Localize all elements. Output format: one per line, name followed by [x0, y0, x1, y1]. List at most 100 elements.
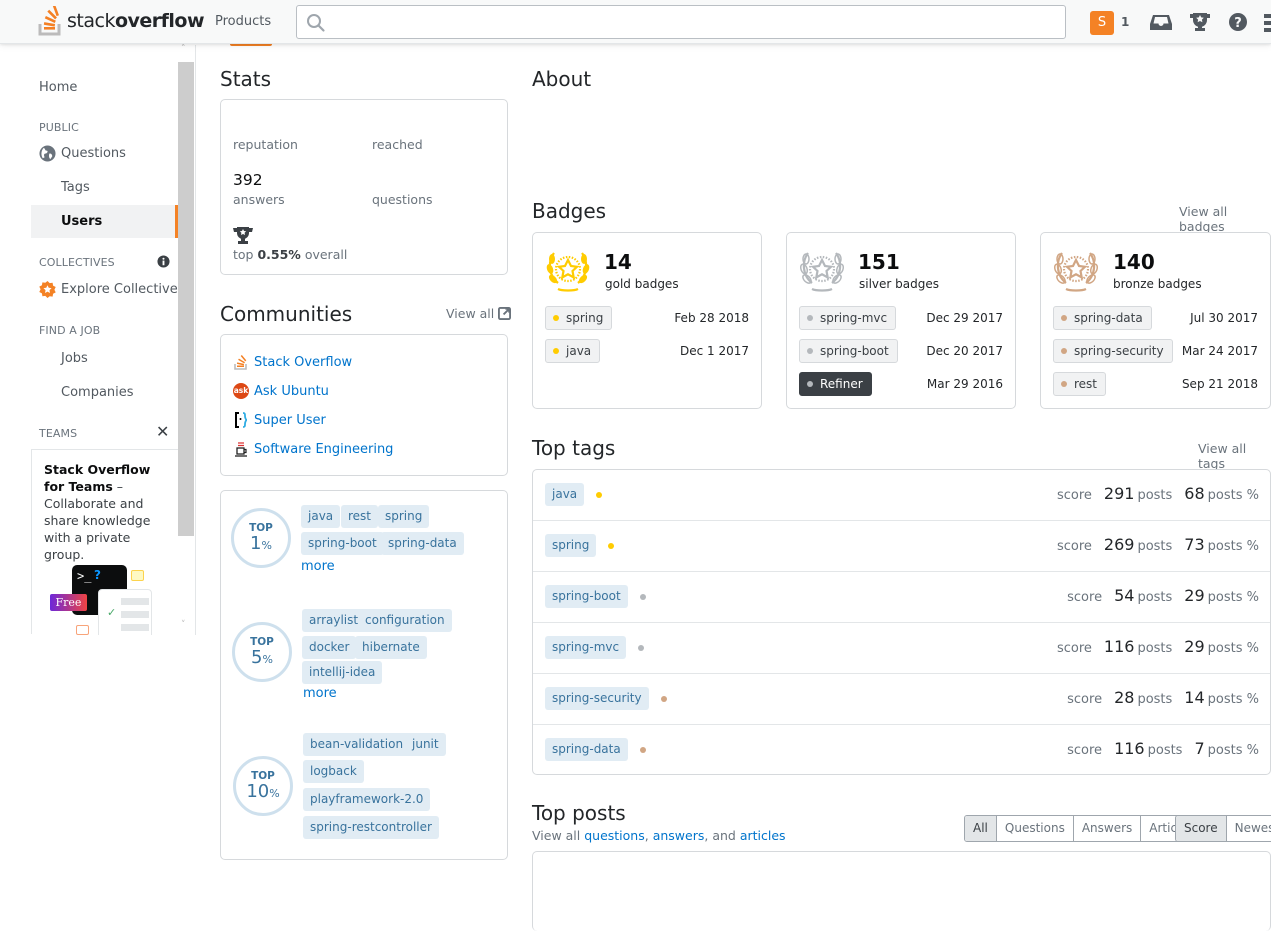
badge-spring-boot[interactable]: spring-boot	[799, 339, 898, 363]
stackoverflow-logo[interactable]: stackoverflow	[38, 5, 205, 37]
logo-text: stackoverflow	[67, 10, 205, 32]
badge-rest[interactable]: rest	[1053, 372, 1107, 396]
info-icon[interactable]	[157, 255, 170, 268]
tag-junit[interactable]: junit	[405, 733, 446, 756]
questions-link[interactable]: questions	[584, 828, 645, 843]
view-all-badges-link[interactable]: View all badges	[1179, 204, 1271, 234]
tag-spring-boot[interactable]: spring-boot	[301, 532, 384, 555]
tag-score: 269	[1103, 535, 1135, 554]
tag-score: 28	[1114, 688, 1135, 707]
tag-spring-data[interactable]: spring-data	[381, 532, 464, 555]
answers-value: 392	[233, 171, 263, 189]
tag-docker[interactable]: docker	[302, 636, 357, 659]
left-sidebar-panel: Home PUBLIC Questions Tags Users COLLECT…	[0, 45, 196, 635]
filter-answers[interactable]: Answers	[1072, 816, 1141, 841]
badge-date: Dec 20 2017	[926, 344, 1003, 358]
scroll-down-arrow[interactable]: ˅	[181, 620, 186, 630]
bronze-badge-dot	[661, 696, 667, 702]
tag-intellij-idea[interactable]: intellij-idea	[302, 661, 383, 684]
filter-questions[interactable]: Questions	[995, 816, 1073, 841]
site-switcher-icon[interactable]	[1264, 14, 1271, 32]
more-top-5-link[interactable]: more	[303, 686, 337, 701]
reputation-count: 1	[1121, 15, 1130, 29]
silver-badge-count: 151	[858, 250, 900, 274]
teams-promo-card[interactable]: Stack Overflow for Teams – Collaborate a…	[31, 449, 178, 635]
nav-home[interactable]: Home	[39, 80, 77, 95]
nav-explore-collectives[interactable]: Explore Collectives	[39, 281, 185, 298]
tag-spring-boot[interactable]: spring-boot	[545, 585, 628, 608]
nav-users-active[interactable]	[31, 205, 178, 238]
badge-spring-mvc[interactable]: spring-mvc	[799, 306, 897, 330]
gold-badge-dot	[608, 543, 614, 549]
badge-refiner[interactable]: Refiner	[799, 372, 872, 396]
badge-spring-security[interactable]: spring-security	[1053, 339, 1173, 363]
top-tag-row: java score 291 posts 68 posts %	[533, 470, 1270, 521]
tag-bean-validation[interactable]: bean-validation	[303, 733, 411, 756]
view-all-tags-link[interactable]: View all tags	[1198, 441, 1271, 471]
communities-view-all[interactable]: View all	[446, 306, 512, 321]
community-software-engineering[interactable]: Software Engineering	[233, 441, 393, 457]
bronze-badge-icon	[1053, 252, 1099, 292]
scroll-up-arrow[interactable]: ˄	[181, 44, 186, 54]
sidebar-scrollbar-thumb[interactable]	[178, 62, 194, 536]
communities-card: Stack Overflow ask Ask Ubuntu Super User…	[220, 334, 508, 476]
answers-link[interactable]: answers	[653, 828, 705, 843]
sort-newest[interactable]: Newest	[1225, 816, 1271, 841]
close-icon[interactable]: ✕	[156, 422, 169, 441]
user-avatar[interactable]: S	[1090, 11, 1114, 35]
top-tag-row: spring-security score 28 posts 14 posts %	[533, 674, 1270, 725]
nav-companies[interactable]: Companies	[61, 385, 134, 400]
bronze-badge-type: bronze badges	[1113, 277, 1202, 291]
tag-spring-data[interactable]: spring-data	[545, 738, 628, 761]
post-sort-filter: Score Newest	[1175, 815, 1271, 842]
nav-tags[interactable]: Tags	[61, 180, 90, 195]
silver-badge-dot	[638, 645, 644, 651]
gold-badge-icon	[546, 252, 590, 292]
tag-spring-mvc[interactable]: spring-mvc	[545, 636, 627, 659]
search-input[interactable]	[333, 12, 1053, 32]
filter-all[interactable]: All	[965, 816, 996, 841]
community-ask-ubuntu[interactable]: ask Ask Ubuntu	[233, 383, 329, 399]
tag-arraylist[interactable]: arraylist	[302, 609, 366, 632]
bronze-badges-card: 140 bronze badges spring-data Jul 30 201…	[1040, 232, 1271, 409]
community-name: Ask Ubuntu	[254, 383, 329, 399]
nav-users[interactable]: Users	[61, 214, 102, 229]
nav-jobs[interactable]: Jobs	[61, 351, 88, 366]
products-link[interactable]: Products	[208, 10, 278, 33]
badge-java[interactable]: java	[545, 339, 601, 363]
tag-java[interactable]: java	[301, 505, 341, 528]
about-title: About	[532, 67, 592, 91]
help-icon[interactable]: ?	[1228, 12, 1248, 32]
search-box[interactable]	[296, 5, 1066, 39]
nav-questions[interactable]: Questions	[39, 145, 126, 162]
articles-link[interactable]: articles	[740, 828, 786, 843]
achievements-icon[interactable]	[1189, 12, 1211, 32]
silver-badge-type: silver badges	[859, 277, 939, 291]
search-icon	[307, 14, 325, 32]
tag-spring[interactable]: spring	[378, 505, 430, 528]
tag-rest[interactable]: rest	[341, 505, 379, 528]
tag-logback[interactable]: logback	[303, 760, 364, 783]
tag-score: 116	[1114, 739, 1145, 758]
more-top-1-link[interactable]: more	[301, 559, 335, 574]
tag-java[interactable]: java	[545, 483, 585, 506]
badge-spring[interactable]: spring	[545, 306, 613, 330]
tag-hibernate[interactable]: hibernate	[355, 636, 427, 659]
community-stack-overflow[interactable]: Stack Overflow	[233, 354, 352, 370]
gold-badges-card: 14 gold badges spring Feb 28 2018 java D…	[532, 232, 762, 409]
tag-spring-security[interactable]: spring-security	[545, 687, 649, 710]
tag-configuration[interactable]: configuration	[358, 609, 452, 632]
external-link-icon	[498, 307, 512, 320]
tag-spring-restcontroller[interactable]: spring-restcontroller	[303, 816, 439, 839]
badge-spring-data[interactable]: spring-data	[1053, 306, 1152, 330]
inbox-icon[interactable]	[1150, 12, 1172, 32]
badge-date: Dec 29 2017	[926, 311, 1003, 325]
top-10-percent-ring: TOP 10%	[233, 756, 293, 816]
community-super-user[interactable]: Super User	[233, 412, 326, 428]
community-name: Stack Overflow	[254, 354, 353, 370]
silver-dot	[807, 380, 813, 387]
bronze-dot	[1061, 380, 1067, 387]
tag-playframework-2-0[interactable]: playframework-2.0	[303, 788, 431, 811]
tag-spring[interactable]: spring	[545, 534, 597, 557]
sort-score[interactable]: Score	[1176, 816, 1226, 841]
